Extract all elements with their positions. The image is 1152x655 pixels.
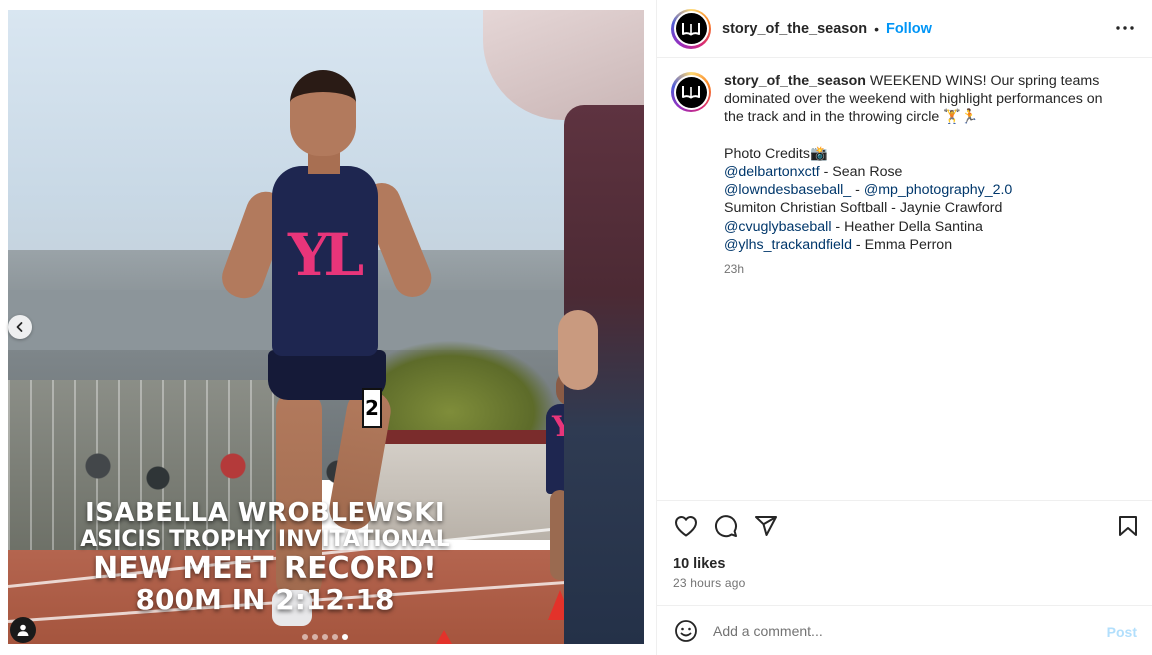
credit-line: @ylhs_trackandfield - Emma Perron [724,236,953,253]
runner-jersey-logo: YL [288,221,364,289]
carousel-dot [312,634,318,640]
post-caption: story_of_the_season WEEKEND WINS! Our sp… [671,72,1141,278]
post-media: YL YL 2 ISABELLA WROBLEWS [0,0,656,655]
avatar[interactable] [671,8,711,49]
likes-count[interactable]: 10 likes [673,556,725,572]
credit-line: @cvuglybaseball - Heather Della Santina [724,218,983,235]
save-button[interactable] [1115,513,1141,539]
post-header: story_of_the_season • Follow [657,0,1152,58]
send-icon [755,516,777,536]
book-logo-icon [682,86,700,99]
carousel-dot [302,634,308,640]
comment-icon [715,515,737,538]
post-dialog: YL YL 2 ISABELLA WROBLEWS [0,0,1152,655]
overlay-event: ASICIS TROPHY INVITATIONAL [80,527,450,552]
overlay-result: 800M IN 2:12.18 [135,583,395,616]
carousel-dot [322,634,328,640]
runner-bib: 2 [362,388,382,428]
user-tag-icon [17,624,29,636]
caption-text-line: the track and in the throwing circle 🏋️🏃 [724,109,979,126]
share-button[interactable] [753,513,779,539]
book-logo-icon [682,22,700,35]
carousel-prev-button[interactable] [8,315,32,339]
caption-credits-title: Photo Credits📸 [724,145,828,162]
mention-link[interactable]: @lowndesbaseball_ [724,182,851,198]
smiley-icon [675,619,697,642]
post-timestamp: 23 hours ago [673,576,746,590]
post-comment-button[interactable]: Post [1107,624,1137,640]
caption-username[interactable]: story_of_the_season [724,73,866,89]
overlay-athlete-name: ISABELLA WROBLEWSKI [84,498,446,528]
caption-text: story_of_the_season WEEKEND WINS! Our sp… [724,72,1134,278]
track-cone [436,630,452,644]
header-username[interactable]: story_of_the_season [722,21,867,37]
carousel-indicator [302,634,348,640]
credit-line: @lowndesbaseball_ - @mp_photography_2.0 [724,182,1013,199]
more-options-button[interactable] [1113,18,1137,38]
mention-link[interactable]: @mp_photography_2.0 [864,182,1013,198]
post-photo: YL YL 2 ISABELLA WROBLEWS [8,10,644,644]
heart-icon [675,516,697,537]
caption-avatar[interactable] [671,72,711,112]
caption-text-line: dominated over the weekend with highligh… [724,91,1103,108]
carousel-dot-active [342,634,348,640]
chevron-left-icon [16,322,23,332]
emoji-button[interactable] [673,618,699,644]
follow-button[interactable]: Follow [886,21,932,37]
post-side-panel: story_of_the_season • Follow story_of_th… [656,0,1152,655]
header-separator: • [874,20,879,37]
photo-overlay-text: ISABELLA WROBLEWSKI ASICIS TROPHY INVITA… [8,500,522,614]
runner-head [290,70,356,156]
more-horizontal-icon [1116,26,1134,30]
tagged-users-button[interactable] [10,617,36,643]
mention-link[interactable]: @cvuglybaseball [724,219,831,235]
credit-line: Sumiton Christian Softball - Jaynie Craw… [724,200,1003,217]
spectator-hand [558,310,598,390]
like-button[interactable] [673,513,699,539]
bookmark-icon [1119,516,1137,536]
mention-link[interactable]: @delbartonxctf [724,164,820,180]
mention-link[interactable]: @ylhs_trackandfield [724,237,852,253]
caption-timestamp[interactable]: 23h [724,260,1134,278]
comment-button[interactable] [713,513,739,539]
post-actions [657,500,1152,548]
caption-text-line: WEEKEND WINS! Our spring teams [865,73,1100,89]
carousel-dot [332,634,338,640]
comment-input[interactable] [713,622,1083,639]
overlay-record: NEW MEET RECORD! [93,551,437,586]
comment-bar: Post [657,605,1152,655]
credit-line: @delbartonxctf - Sean Rose [724,164,903,181]
